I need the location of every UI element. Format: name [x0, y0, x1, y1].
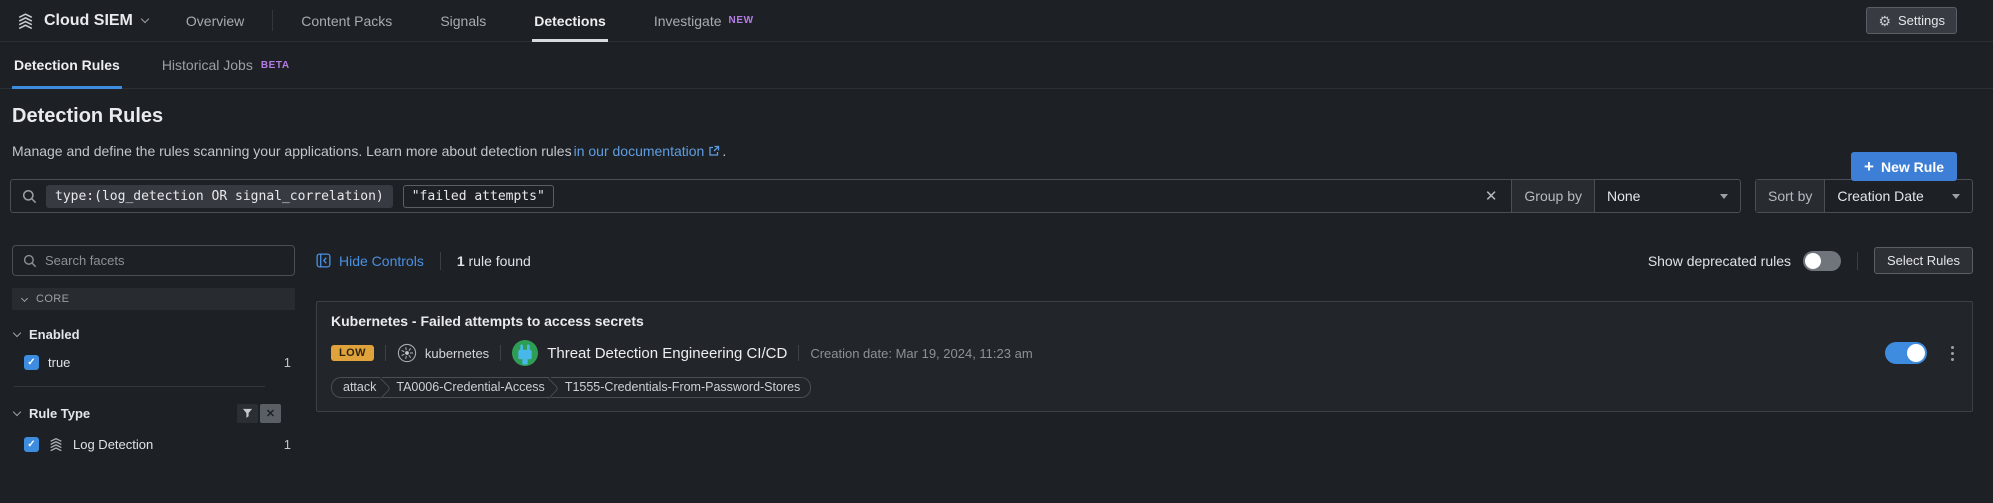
search-icon — [23, 254, 37, 268]
new-badge: NEW — [728, 15, 754, 26]
kubernetes-icon — [397, 343, 417, 363]
top-nav: Cloud SIEM Overview Content Packs Signal… — [0, 0, 1993, 42]
show-deprecated-control: Show deprecated rules — [1648, 250, 1842, 271]
nav-item-investigate[interactable]: Investigate NEW — [630, 0, 778, 41]
nav-item-signals[interactable]: Signals — [416, 0, 510, 41]
author-avatar — [512, 340, 539, 366]
facet-option-enabled-true[interactable]: ✓ true 1 — [24, 355, 291, 370]
search-input-space[interactable] — [554, 180, 1471, 212]
checkbox-checked[interactable]: ✓ — [24, 355, 39, 370]
search-filter-token[interactable]: type:(log_detection OR signal_correlatio… — [46, 184, 393, 208]
facet-option-log-detection[interactable]: ✓ Log Detection 1 — [24, 436, 291, 452]
list-controls-row: Hide Controls 1 rule found Show deprecat… — [316, 245, 1973, 276]
content-area: CORE Enabled ✓ true 1 Rule Type ✕ ✓ — [12, 245, 1973, 452]
rule-integration: kubernetes — [397, 343, 489, 363]
rule-tag[interactable]: T1555-Credentials-From-Password-Stores — [550, 377, 812, 398]
new-rule-button[interactable]: + New Rule — [1851, 152, 1957, 181]
page-description: Manage and define the rules scanning you… — [12, 143, 727, 159]
show-deprecated-toggle[interactable] — [1803, 250, 1842, 271]
beta-badge: BETA — [260, 59, 290, 71]
rule-meta-row: LOW kubernetes Threat Detection Engineer… — [331, 340, 1958, 366]
group-by-label: Group by — [1512, 180, 1594, 212]
controls-divider — [439, 251, 441, 270]
page-header: Detection Rules Manage and define the ru… — [0, 89, 1993, 159]
rule-tag[interactable]: attack — [331, 377, 381, 398]
plus-icon: + — [1864, 156, 1874, 176]
product-name: Cloud SIEM — [44, 11, 133, 29]
page-title: Detection Rules — [12, 105, 164, 127]
chevron-down-icon — [12, 328, 22, 338]
filter-facet-button[interactable] — [237, 404, 258, 423]
clear-facet-button[interactable]: ✕ — [260, 404, 281, 423]
documentation-link[interactable]: in our documentation — [574, 143, 721, 159]
facet-sidebar: CORE Enabled ✓ true 1 Rule Type ✕ ✓ — [12, 245, 295, 452]
facet-count: 1 — [283, 355, 291, 370]
sort-by-label: Sort by — [1756, 180, 1825, 212]
cloud-siem-icon — [16, 11, 35, 30]
chevron-down-icon — [140, 14, 150, 24]
settings-button[interactable]: ⚙ Settings — [1866, 7, 1957, 34]
facet-section-core[interactable]: CORE — [12, 288, 295, 310]
hide-controls-link[interactable]: Hide Controls — [316, 253, 424, 269]
facet-actions: ✕ — [237, 404, 281, 423]
log-detection-icon — [48, 436, 64, 452]
chevron-down-icon — [1720, 193, 1728, 199]
external-link-icon — [708, 145, 720, 157]
chevron-down-icon — [20, 294, 29, 302]
rules-list-area: Hide Controls 1 rule found Show deprecat… — [316, 245, 1973, 412]
chevron-down-icon — [1952, 193, 1960, 199]
sort-box: Sort by Creation Date — [1755, 179, 1973, 213]
rule-title[interactable]: Kubernetes - Failed attempts to access s… — [331, 313, 1958, 329]
rule-author: Threat Detection Engineering CI/CD — [512, 340, 787, 366]
nav-divider — [272, 10, 274, 31]
controls-divider — [1857, 251, 1859, 270]
select-rules-button[interactable]: Select Rules — [1874, 247, 1973, 274]
rules-search-bar[interactable]: type:(log_detection OR signal_correlatio… — [10, 179, 1741, 213]
collapse-panel-icon — [316, 253, 331, 268]
tab-detection-rules[interactable]: Detection Rules — [12, 42, 122, 89]
sort-by-dropdown[interactable]: Creation Date — [1824, 180, 1972, 212]
search-icon — [11, 180, 46, 212]
clear-search-icon[interactable]: ✕ — [1471, 187, 1512, 205]
facet-search-input[interactable] — [45, 253, 284, 268]
severity-badge: LOW — [331, 345, 374, 361]
kebab-menu-icon[interactable] — [1947, 342, 1958, 365]
rule-count: 1 rule found — [456, 252, 531, 269]
rule-enabled-toggle[interactable] — [1885, 342, 1927, 364]
facet-count: 1 — [283, 436, 291, 452]
nav-item-content-packs[interactable]: Content Packs — [277, 0, 416, 41]
facet-divider — [14, 386, 265, 387]
gear-icon: ⚙ — [1878, 12, 1892, 29]
rule-tags-row: attack TA0006-Credential-Access T1555-Cr… — [331, 377, 1958, 398]
rule-tag[interactable]: TA0006-Credential-Access — [382, 377, 549, 398]
search-query-token[interactable]: "failed attempts" — [402, 184, 554, 208]
creation-date: Creation date: Mar 19, 2024, 11:23 am — [810, 345, 1033, 361]
group-by-dropdown[interactable]: None — [1594, 180, 1740, 212]
search-row: type:(log_detection OR signal_correlatio… — [10, 179, 1973, 213]
nav-item-detections[interactable]: Detections — [510, 0, 630, 42]
chevron-down-icon — [12, 407, 22, 417]
sub-tab-bar: Detection Rules Historical Jobs BETA — [0, 42, 1993, 89]
facet-group-rule-type[interactable]: Rule Type ✕ — [12, 404, 295, 423]
facet-search-box — [12, 245, 295, 276]
product-switcher[interactable]: Cloud SIEM — [16, 0, 150, 41]
nav-item-overview[interactable]: Overview — [162, 0, 268, 41]
checkbox-checked[interactable]: ✓ — [24, 436, 39, 452]
rule-card[interactable]: Kubernetes - Failed attempts to access s… — [316, 301, 1973, 412]
tab-historical-jobs[interactable]: Historical Jobs BETA — [160, 42, 292, 88]
facet-group-enabled[interactable]: Enabled — [12, 327, 295, 342]
